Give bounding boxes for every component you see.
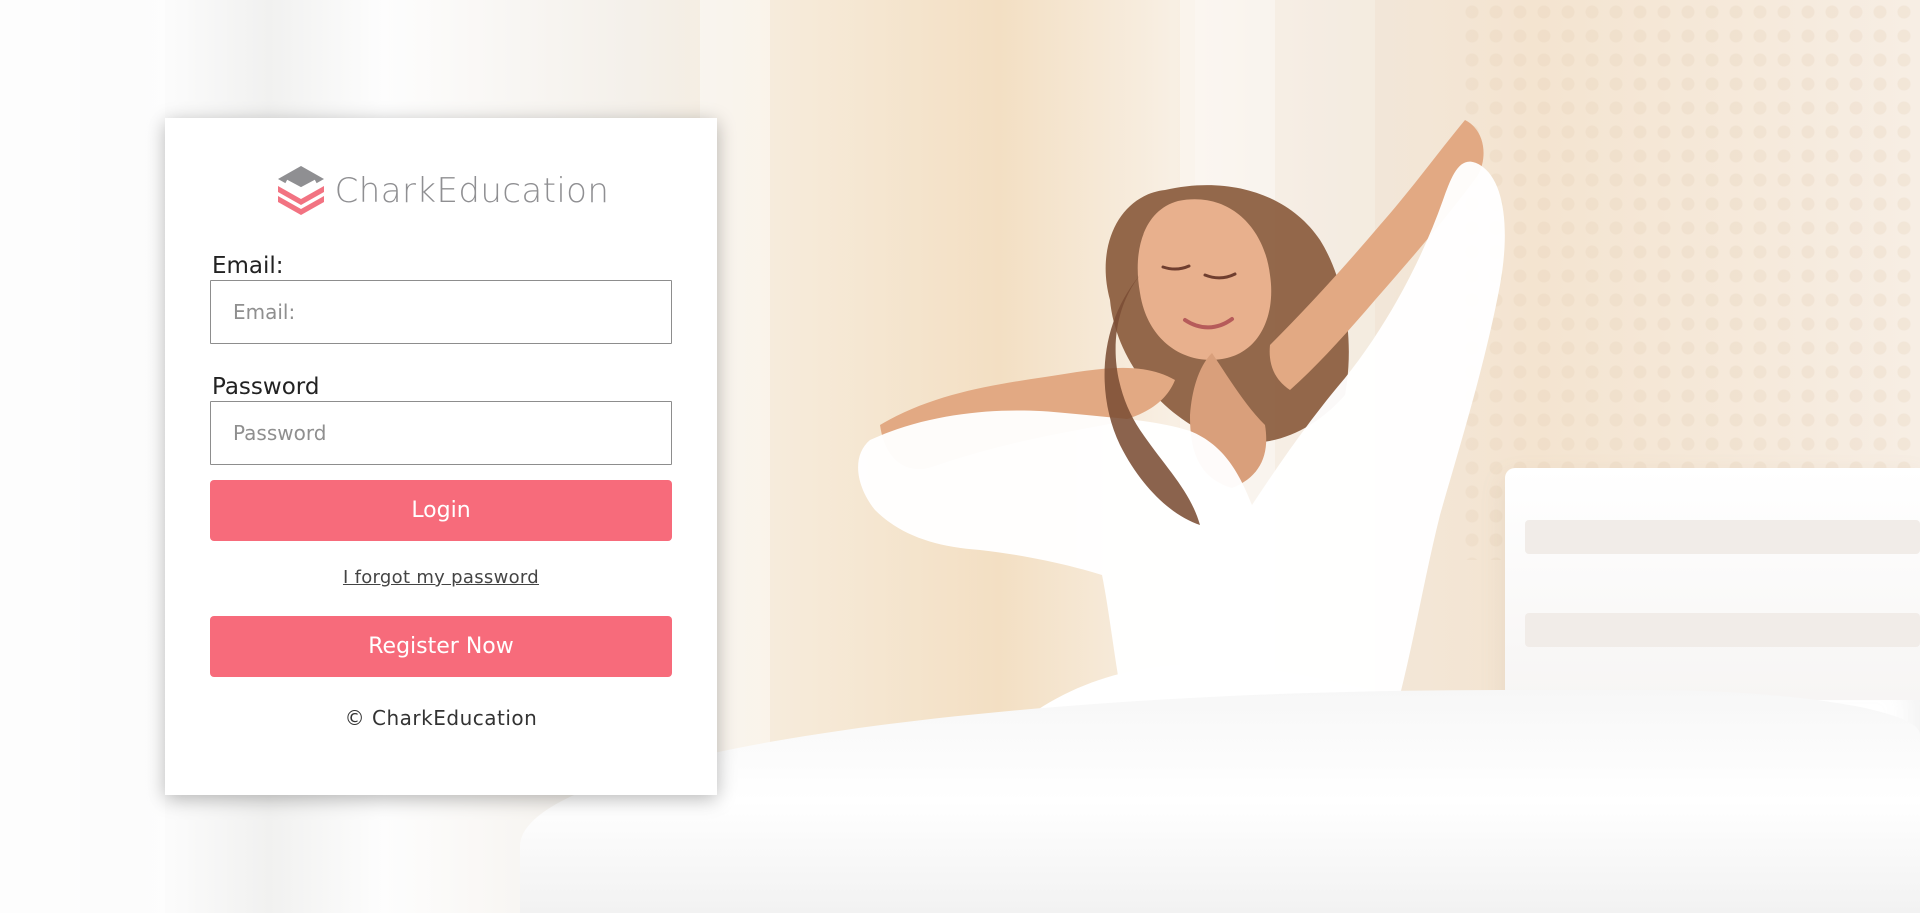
login-button[interactable]: Login — [210, 480, 672, 541]
email-field-group: Email: — [210, 253, 672, 344]
layered-stack-logo-icon — [277, 166, 324, 215]
email-label: Email: — [212, 253, 284, 279]
password-field-group: Password — [210, 374, 672, 465]
headboard-slat — [1525, 613, 1920, 647]
brand-logo: CharkEducation — [210, 161, 672, 221]
copyright-text: © CharkEducation — [344, 706, 538, 730]
email-field[interactable] — [210, 280, 672, 344]
password-label: Password — [212, 374, 320, 400]
curtain-left — [0, 0, 165, 913]
login-card: CharkEducation Email: Password Login I f… — [165, 118, 717, 795]
password-field[interactable] — [210, 401, 672, 465]
register-now-button[interactable]: Register Now — [210, 616, 672, 677]
brand-name: CharkEducation — [334, 171, 610, 211]
forgot-password-link[interactable]: I forgot my password — [210, 567, 672, 588]
headboard-slat — [1525, 520, 1920, 554]
